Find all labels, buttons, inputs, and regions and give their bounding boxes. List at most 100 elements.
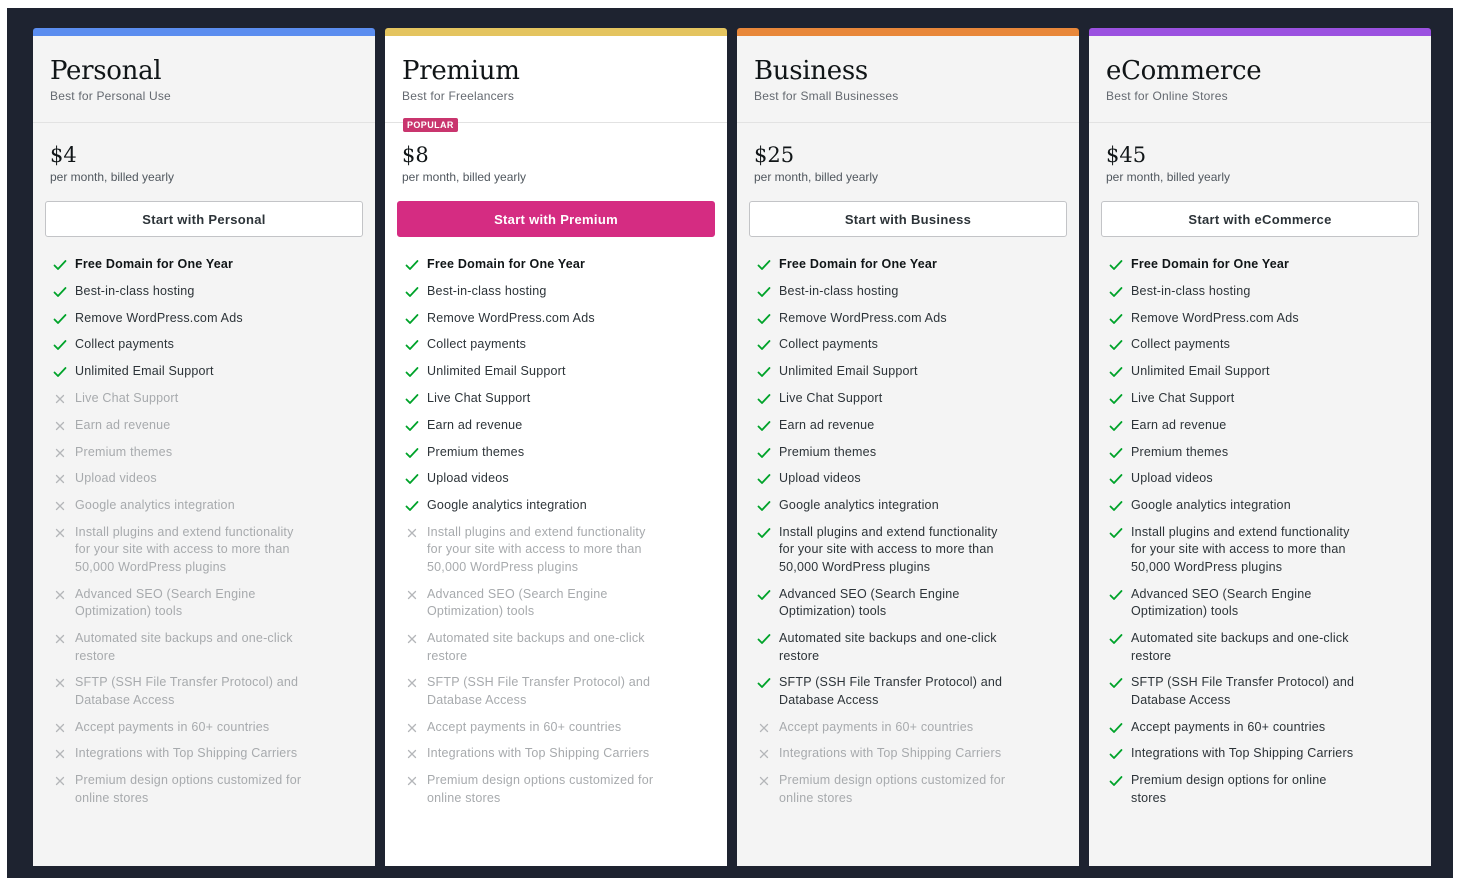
feature-item: Unlimited Email Support [1109, 363, 1419, 381]
plan-body: $4 per month, billed yearly Start with P… [33, 123, 375, 866]
cross-icon [53, 472, 67, 486]
check-icon [1109, 747, 1123, 761]
check-icon [405, 499, 419, 513]
check-icon [1109, 526, 1123, 540]
start-with-premium-button[interactable]: Start with Premium [397, 201, 715, 237]
feature-label: Unlimited Email Support [75, 364, 214, 379]
start-with-business-button[interactable]: Start with Business [749, 201, 1067, 237]
feature-label: Live Chat Support [427, 390, 531, 405]
feature-label: Advanced SEO (Search Engine Optimization… [75, 586, 256, 619]
check-icon [1109, 312, 1123, 326]
feature-item: Automated site backups and one-click res… [405, 630, 715, 665]
feature-label: Advanced SEO (Search Engine Optimization… [779, 586, 960, 619]
feature-item: Integrations with Top Shipping Carriers [1109, 745, 1419, 763]
feature-label: Best-in-class hosting [427, 283, 547, 298]
feature-label: Upload videos [779, 471, 861, 486]
feature-label: Remove WordPress.com Ads [779, 310, 947, 325]
feature-item: Install plugins and extend functionality… [757, 524, 1067, 577]
feature-label: Integrations with Top Shipping Carriers [75, 746, 298, 761]
check-icon [405, 446, 419, 460]
feature-label: Accept payments in 60+ countries [779, 719, 974, 734]
feature-label: Google analytics integration [779, 498, 939, 513]
feature-label: Premium themes [427, 444, 525, 459]
check-icon [1109, 676, 1123, 690]
feature-label: Install plugins and extend functionality… [779, 524, 998, 574]
feature-item: Remove WordPress.com Ads [757, 310, 1067, 328]
feature-item: SFTP (SSH File Transfer Protocol) and Da… [1109, 674, 1419, 709]
feature-label: Upload videos [75, 471, 157, 486]
feature-label: Collect payments [75, 337, 175, 352]
plan-tagline: Best for Personal Use [50, 89, 171, 103]
pricing-backdrop: Personal Best for Personal Use $4 per mo… [7, 8, 1453, 878]
feature-item: Remove WordPress.com Ads [405, 310, 715, 328]
feature-label: Accept payments in 60+ countries [75, 719, 270, 734]
cross-icon [757, 774, 771, 788]
feature-item: Premium themes [1109, 444, 1419, 462]
feature-item: Google analytics integration [405, 497, 715, 515]
feature-item: Best-in-class hosting [405, 283, 715, 301]
plan-name: eCommerce [1106, 56, 1262, 86]
popular-badge: POPULAR [403, 118, 458, 132]
feature-item: Google analytics integration [1109, 497, 1419, 515]
feature-label: Integrations with Top Shipping Carriers [779, 746, 1002, 761]
feature-label: Premium themes [779, 444, 877, 459]
check-icon [757, 499, 771, 513]
plan-card-business: Business Best for Small Businesses $25 p… [737, 28, 1079, 866]
plan-price: $45 [1106, 143, 1147, 167]
check-icon [405, 312, 419, 326]
feature-item: Live Chat Support [757, 390, 1067, 408]
check-icon [1109, 446, 1123, 460]
check-icon [757, 285, 771, 299]
feature-label: Earn ad revenue [779, 417, 875, 432]
check-icon [1109, 632, 1123, 646]
feature-item: Google analytics integration [757, 497, 1067, 515]
plan-header: eCommerce Best for Online Stores [1089, 36, 1431, 123]
plan-body: POPULAR $8 per month, billed yearly Star… [385, 118, 727, 866]
check-icon [757, 258, 771, 272]
check-icon [405, 419, 419, 433]
feature-label: Live Chat Support [1131, 390, 1235, 405]
plan-billing-period: per month, billed yearly [402, 170, 527, 184]
feature-label: Premium design options customized for on… [779, 773, 1006, 805]
feature-item: Remove WordPress.com Ads [53, 310, 363, 328]
check-icon [1109, 258, 1123, 272]
check-icon [405, 285, 419, 299]
check-icon [757, 446, 771, 460]
check-icon [1109, 774, 1123, 788]
feature-label: Google analytics integration [75, 498, 235, 513]
cross-icon [53, 676, 67, 690]
feature-item: Collect payments [405, 336, 715, 354]
feature-item: SFTP (SSH File Transfer Protocol) and Da… [757, 674, 1067, 709]
feature-label: Automated site backups and one-click res… [779, 631, 997, 663]
feature-item: Accept payments in 60+ countries [405, 719, 715, 737]
feature-label: Earn ad revenue [1131, 417, 1227, 432]
feature-item: Collect payments [53, 336, 363, 354]
plan-name: Business [754, 56, 868, 86]
feature-label: Upload videos [427, 471, 509, 486]
cross-icon [405, 676, 419, 690]
feature-label: Unlimited Email Support [779, 364, 918, 379]
feature-label: SFTP (SSH File Transfer Protocol) and Da… [1131, 675, 1355, 707]
feature-item: Free Domain for One Year [405, 256, 715, 274]
feature-label: Best-in-class hosting [1131, 283, 1251, 298]
start-with-ecommerce-button[interactable]: Start with eCommerce [1101, 201, 1419, 237]
feature-label: Free Domain for One Year [779, 257, 938, 271]
feature-label: Best-in-class hosting [779, 283, 899, 298]
feature-label: Install plugins and extend functionality… [1131, 524, 1350, 574]
feature-item: Best-in-class hosting [53, 283, 363, 301]
check-icon [1109, 499, 1123, 513]
plan-tagline: Best for Freelancers [402, 89, 515, 103]
feature-label: Earn ad revenue [75, 417, 171, 432]
feature-item: Unlimited Email Support [53, 363, 363, 381]
feature-label: Accept payments in 60+ countries [1131, 719, 1326, 734]
feature-item: Advanced SEO (Search Engine Optimization… [405, 586, 715, 621]
feature-item: Install plugins and extend functionality… [405, 524, 715, 577]
feature-list: Free Domain for One Year Best-in-class ho… [749, 237, 1067, 807]
feature-label: Earn ad revenue [427, 417, 523, 432]
feature-label: Live Chat Support [75, 390, 179, 405]
start-with-personal-button[interactable]: Start with Personal [45, 201, 363, 237]
check-icon [757, 526, 771, 540]
check-icon [757, 419, 771, 433]
feature-label: Premium design options customized for on… [427, 773, 654, 805]
plan-card-premium: Premium Best for Freelancers POPULAR $8 … [385, 28, 727, 866]
